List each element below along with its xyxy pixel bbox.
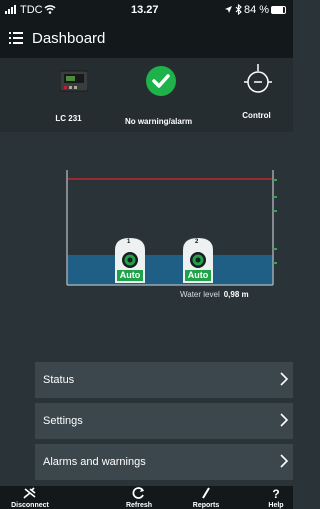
tab-reports-label: Reports [192, 502, 220, 509]
pump-2-number: 2 [195, 239, 199, 245]
level-sensor-marker [273, 262, 277, 264]
tab-refresh-label: Refresh [125, 502, 153, 509]
alarms-warnings-row[interactable]: Alarms and warnings [35, 444, 293, 480]
control-tile[interactable]: Control [208, 58, 305, 132]
pump-2-mode: Auto [187, 270, 209, 280]
tab-refresh[interactable]: Refresh [109, 486, 169, 509]
pump-well-diagram: 1 Auto 2 Auto [0, 150, 293, 300]
location-icon [224, 5, 233, 17]
tab-disconnect[interactable]: Disconnect [0, 486, 60, 509]
controller-device-icon [59, 69, 89, 98]
battery-icon [271, 6, 286, 14]
control-dial-icon [243, 62, 273, 103]
level-sensor-marker [273, 179, 277, 181]
wifi-icon [44, 4, 56, 17]
disconnect-icon [23, 487, 36, 499]
chevron-right-icon [280, 454, 289, 468]
nav-bar: Dashboard [0, 20, 293, 58]
device-name: LC 231 [55, 114, 82, 123]
pump-1-number: 1 [127, 239, 131, 245]
water-level-label: Water level [180, 290, 220, 299]
status-label: Status [43, 374, 75, 386]
tab-disconnect-label: Disconnect [11, 502, 49, 509]
svg-text:?: ? [272, 487, 279, 499]
battery-percent: 84 % [244, 4, 270, 16]
bluetooth-icon [235, 3, 242, 18]
help-icon: ? [272, 487, 279, 499]
device-tile[interactable]: LC 231 [20, 58, 117, 132]
dashboard-summary: LC 231 No warning/alarm Control [0, 58, 293, 132]
reports-icon [202, 487, 210, 499]
water-level-readout: Water level 0,98 m [180, 290, 249, 299]
settings-row[interactable]: Settings [35, 403, 293, 439]
pump-1-mode: Auto [119, 270, 141, 280]
control-label: Control [242, 111, 271, 120]
alarms-warnings-label: Alarms and warnings [43, 456, 146, 468]
alarm-status-label: No warning/alarm [124, 117, 193, 126]
tab-help-label: Help [268, 502, 284, 509]
well-svg [66, 170, 277, 286]
level-sensor-marker [273, 248, 277, 250]
tab-bar: Disconnect Refresh Reports ? Help [0, 486, 293, 509]
alarm-status-tile[interactable]: No warning/alarm [110, 58, 207, 132]
status-bar: TDC 13.27 84 % [0, 0, 293, 20]
chevron-right-icon [280, 372, 289, 386]
tab-reports[interactable]: Reports [176, 486, 236, 509]
checkmark-circle-icon [146, 66, 176, 96]
tab-help[interactable]: ? Help [246, 486, 306, 509]
water-body [67, 255, 273, 285]
water-level-value: 0,98 m [223, 290, 249, 299]
chevron-right-icon [280, 413, 289, 427]
clock: 13.27 [131, 4, 159, 16]
level-sensor-marker [273, 210, 277, 212]
carrier-label: TDC [20, 4, 43, 16]
page-title: Dashboard [32, 30, 106, 47]
refresh-icon [132, 487, 144, 499]
level-sensor-marker [273, 196, 277, 198]
settings-label: Settings [43, 415, 83, 427]
hamburger-menu-icon[interactable] [9, 32, 23, 44]
status-row[interactable]: Status [35, 362, 293, 398]
signal-icon [5, 5, 19, 17]
